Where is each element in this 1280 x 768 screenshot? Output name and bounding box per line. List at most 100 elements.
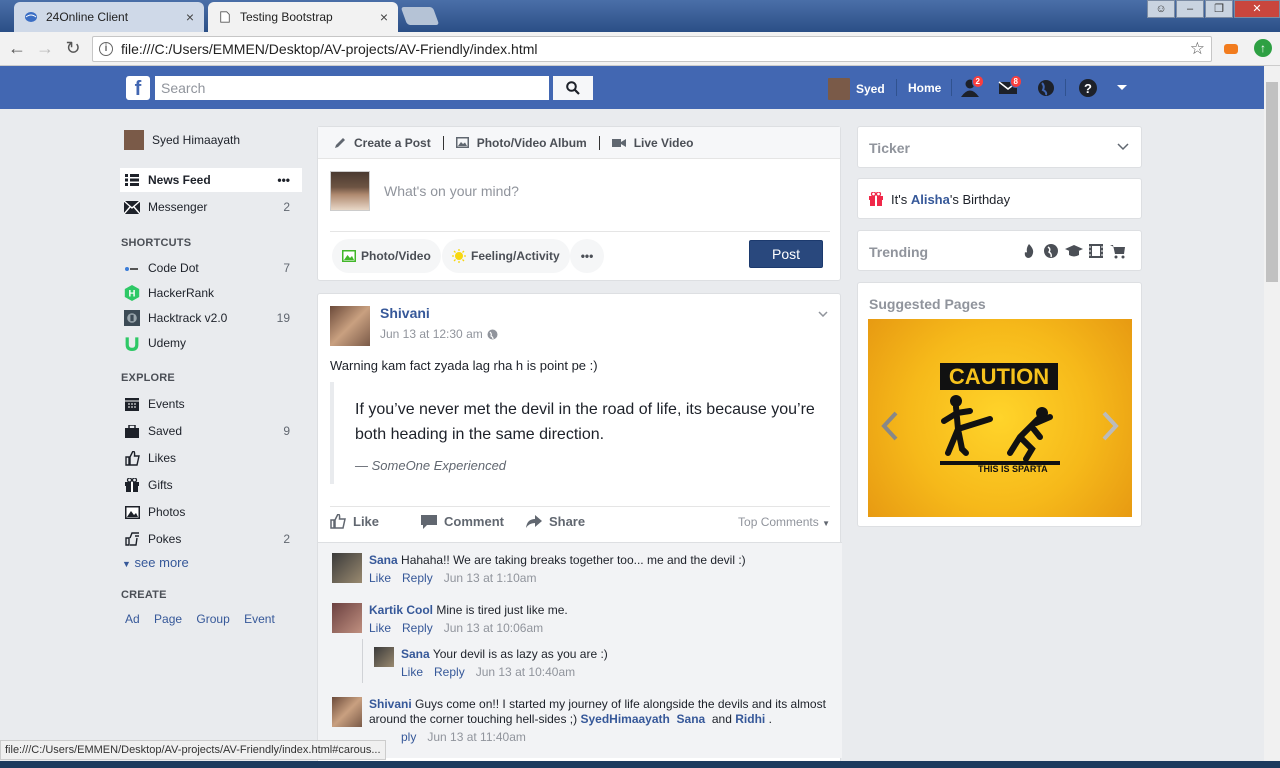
sidebar-item-udemy[interactable]: Udemy — [120, 331, 302, 355]
avatar — [330, 171, 370, 211]
sidebar-item-events[interactable]: Events — [120, 392, 302, 416]
sidebar-item-label: HackerRank — [148, 286, 215, 300]
comment-like-link[interactable]: Like — [401, 665, 423, 679]
new-tab-button[interactable] — [400, 7, 440, 25]
sidebar-item-code-dot[interactable]: Code Dot 7 — [120, 256, 302, 280]
sidebar-item-photos[interactable]: Photos — [120, 500, 302, 524]
comment-button[interactable]: Comment — [421, 514, 504, 529]
create-page-link[interactable]: Page — [154, 612, 182, 626]
post-text-input[interactable]: What's on your mind? — [384, 183, 824, 199]
comment-text: Your devil is as lazy as you are :) — [432, 647, 608, 661]
extension-icon[interactable] — [1224, 44, 1238, 54]
forward-arrow-icon[interactable]: → — [34, 38, 56, 59]
photo-video-button[interactable]: Photo/Video — [332, 239, 441, 273]
comment-reply-link[interactable]: Reply — [402, 571, 433, 585]
scrollbar-thumb[interactable] — [1266, 82, 1278, 282]
globe-icon[interactable] — [1043, 243, 1059, 259]
feeling-activity-button[interactable]: Feeling/Activity — [442, 239, 570, 273]
comment-timestamp[interactable]: Jun 13 at 10:40am — [476, 665, 575, 679]
comment-author-link[interactable]: Kartik Cool — [369, 603, 433, 617]
sidebar-item-saved[interactable]: Saved 9 — [120, 419, 302, 443]
sidebar-item-pokes[interactable]: Pokes 2 — [120, 527, 302, 551]
close-tab-icon[interactable]: × — [186, 9, 194, 25]
reload-icon[interactable]: ↻ — [62, 38, 84, 59]
close-tab-icon[interactable]: × — [380, 9, 388, 25]
back-arrow-icon[interactable]: ← — [6, 38, 28, 59]
browser-tab-24online[interactable]: 24Online Client × — [14, 2, 204, 32]
sidebar-item-news-feed[interactable]: News Feed ••• — [120, 168, 302, 192]
mention-link[interactable]: SyedHimaayath — [580, 712, 669, 726]
top-comments-label: Top Comments — [738, 514, 819, 529]
comment-timestamp[interactable]: Jun 13 at 11:40am — [427, 730, 526, 744]
search-input[interactable] — [155, 76, 549, 100]
chevron-left-icon[interactable] — [880, 411, 900, 441]
comment-timestamp[interactable]: Jun 13 at 10:06am — [444, 621, 543, 635]
birthday-person-link[interactable]: Alisha — [911, 192, 950, 207]
create-group-link[interactable]: Group — [196, 612, 229, 626]
browser-tab-testing-bootstrap[interactable]: Testing Bootstrap × — [208, 2, 398, 32]
avatar — [332, 697, 362, 727]
chevron-down-icon[interactable] — [818, 306, 828, 320]
comment-reply-link[interactable]: Reply — [434, 665, 465, 679]
facebook-logo-icon[interactable]: f — [126, 76, 150, 100]
film-icon[interactable] — [1088, 243, 1104, 259]
sidebar-item-gifts[interactable]: Gifts — [120, 473, 302, 497]
bookmark-star-icon[interactable]: ☆ — [1190, 39, 1205, 59]
top-comments-dropdown[interactable]: Top Comments ▼ — [738, 515, 830, 529]
ticker-card[interactable]: Ticker — [857, 126, 1142, 168]
messages-icon[interactable]: 8 — [998, 75, 1022, 98]
help-icon[interactable]: ? — [1078, 78, 1098, 98]
info-icon[interactable]: i — [99, 42, 113, 56]
mention-link[interactable]: Ridhi — [735, 712, 765, 726]
close-window-button[interactable]: ✕ — [1234, 0, 1280, 18]
see-more-link[interactable]: ▼ see more — [122, 555, 189, 570]
create-ad-link[interactable]: Ad — [125, 612, 140, 626]
home-link[interactable]: Home — [908, 81, 941, 95]
comment-author-link[interactable]: Shivani — [369, 697, 412, 711]
tab-photo-video-album[interactable]: Photo/Video Album — [455, 136, 587, 150]
post-timestamp[interactable]: Jun 13 at 12:30 am — [380, 327, 483, 341]
chevron-down-icon[interactable] — [1117, 143, 1129, 151]
account-menu-caret-icon[interactable] — [1117, 85, 1127, 90]
avatar — [332, 603, 362, 633]
update-icon[interactable]: ↑ — [1254, 39, 1272, 57]
comment-like-link[interactable]: Like — [369, 571, 391, 585]
photo-icon — [455, 137, 469, 148]
like-button[interactable]: Like — [330, 514, 379, 529]
suggested-page-carousel[interactable]: CAUTION THIS IS SPARTA — [868, 319, 1132, 517]
page-scrollbar[interactable] — [1264, 66, 1280, 768]
profile-link[interactable]: Syed — [828, 78, 885, 100]
comment-reply-link[interactable]: ply — [401, 730, 416, 744]
comment-like-link[interactable]: Like — [369, 621, 391, 635]
globe-icon[interactable] — [1036, 78, 1056, 98]
graduation-cap-icon[interactable] — [1065, 243, 1083, 259]
shopping-cart-icon[interactable] — [1110, 243, 1126, 259]
maximize-button[interactable]: ❐ — [1205, 0, 1233, 18]
share-button[interactable]: Share — [525, 514, 585, 529]
friend-requests-icon[interactable]: 2 — [960, 75, 984, 98]
mention-link[interactable]: Sana — [677, 712, 706, 726]
minimize-button[interactable]: – — [1176, 0, 1204, 18]
tab-create-post[interactable]: Create a Post — [334, 136, 431, 150]
photo-icon — [342, 250, 356, 262]
post-button[interactable]: Post — [749, 240, 823, 268]
post-author-link[interactable]: Shivani — [380, 305, 430, 321]
tab-live-video[interactable]: Live Video — [611, 136, 694, 150]
chevron-right-icon[interactable] — [1100, 411, 1120, 441]
more-options-icon[interactable]: ••• — [277, 173, 290, 187]
sidebar-item-likes[interactable]: Likes — [120, 446, 302, 470]
create-event-link[interactable]: Event — [244, 612, 275, 626]
fire-icon[interactable] — [1021, 243, 1037, 259]
user-icon[interactable]: ☺ — [1147, 0, 1175, 18]
more-options-button[interactable]: ••• — [570, 239, 604, 273]
comment-author-link[interactable]: Sana — [401, 647, 430, 661]
comment-reply-link[interactable]: Reply — [402, 621, 433, 635]
comment-author-link[interactable]: Sana — [369, 553, 398, 567]
comment-timestamp[interactable]: Jun 13 at 1:10am — [444, 571, 537, 585]
sidebar-item-hackerrank[interactable]: H HackerRank — [120, 281, 302, 305]
address-bar[interactable]: i file:///C:/Users/EMMEN/Desktop/AV-proj… — [92, 36, 1212, 62]
profile-link[interactable]: Syed Himaayath — [120, 128, 302, 152]
sidebar-item-hacktrack[interactable]: Hacktrack v2.0 19 — [120, 306, 302, 330]
search-button[interactable] — [553, 76, 593, 100]
sidebar-item-messenger[interactable]: Messenger 2 — [120, 195, 302, 219]
